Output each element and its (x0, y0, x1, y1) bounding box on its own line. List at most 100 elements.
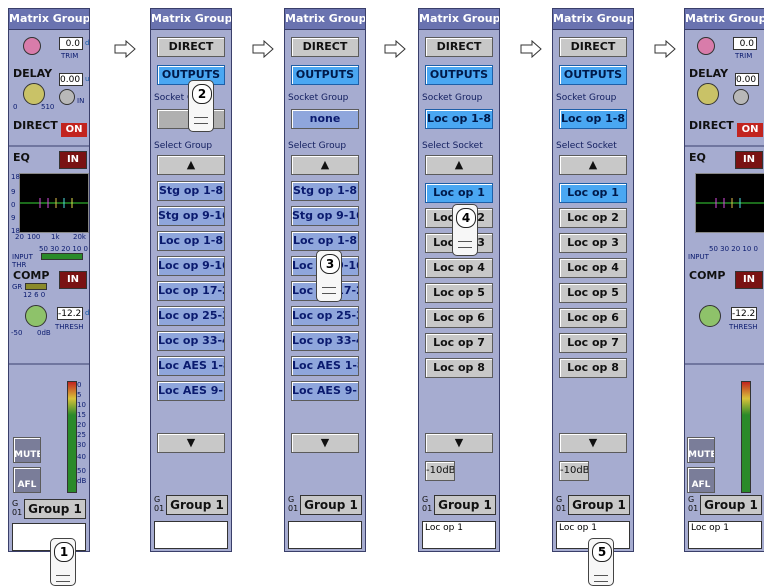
minus-10db-button[interactable]: -10dB (425, 461, 455, 481)
scroll-up-button[interactable]: ▲ (559, 155, 627, 175)
socket-group-value[interactable]: Loc op 1-8 (425, 109, 493, 129)
callout-2: 2 (188, 80, 214, 132)
label-box[interactable] (288, 521, 362, 549)
group-item[interactable]: Loc op 17-24 (157, 281, 225, 301)
group-name-box[interactable]: G 01 Group 1 (288, 495, 362, 515)
group-name-box[interactable]: G 01 Group 1 (422, 495, 496, 515)
socket-item[interactable]: Loc op 4 (425, 258, 493, 278)
trim-knob[interactable] (23, 37, 41, 55)
socket-item[interactable]: Loc op 6 (559, 308, 627, 328)
group-name-box[interactable]: G 01 Group 1 (154, 495, 228, 515)
meter-5: 5 (77, 391, 82, 399)
outputs-button[interactable]: OUTPUTS (559, 65, 627, 85)
in-toggle[interactable] (733, 89, 749, 105)
eq-graph[interactable] (695, 173, 764, 233)
socket-group-label: Socket Group (556, 93, 617, 103)
trim-value[interactable]: 0.0 (733, 37, 757, 50)
select-group-label: Select Group (154, 141, 213, 151)
direct-on-button[interactable]: ON (737, 123, 763, 137)
group-item[interactable]: Stg op 9-16 (291, 206, 359, 226)
afl-button[interactable]: AFL (687, 467, 715, 493)
group-item[interactable]: Loc op 1-8 (157, 231, 225, 251)
minus-10db-button[interactable]: -10dB (559, 461, 589, 481)
socket-group-value[interactable]: none (291, 109, 359, 129)
delay-value[interactable]: 0.00 (59, 73, 83, 86)
thresh-value[interactable]: -12.2 (731, 307, 757, 320)
group-item[interactable]: Loc op 9-16 (157, 256, 225, 276)
scroll-up-button[interactable]: ▲ (157, 155, 225, 175)
group-item[interactable]: Loc op 33-40 (291, 331, 359, 351)
strip-title: Matrix Group (419, 9, 499, 30)
socket-item[interactable]: Loc op 5 (425, 283, 493, 303)
outputs-button[interactable]: OUTPUTS (425, 65, 493, 85)
socket-item[interactable]: Loc op 2 (559, 208, 627, 228)
mute-button[interactable]: MUTE (687, 437, 715, 463)
group-item[interactable]: Stg op 1-8 (291, 181, 359, 201)
thresh-knob[interactable] (25, 305, 47, 327)
direct-on-button[interactable]: ON (61, 123, 87, 137)
group-item[interactable]: Loc op 1-8 (291, 231, 359, 251)
socket-item[interactable]: Loc op 1 (559, 183, 627, 203)
thresh-value[interactable]: -12.2 (57, 307, 83, 320)
socket-item[interactable]: Loc op 3 (559, 233, 627, 253)
arrow-right-icon (384, 40, 406, 58)
socket-item[interactable]: Loc op 1 (425, 183, 493, 203)
scroll-down-button[interactable]: ▼ (425, 433, 493, 453)
delay-value[interactable]: 0.00 (735, 73, 759, 86)
group-item[interactable]: Loc op 25-32 (157, 306, 225, 326)
socket-item[interactable]: Loc op 6 (425, 308, 493, 328)
group-name: Group 1 (700, 495, 762, 515)
outputs-button[interactable]: OUTPUTS (291, 65, 359, 85)
eq-in-button[interactable]: IN (735, 151, 763, 169)
afl-button[interactable]: AFL (13, 467, 41, 493)
comp-in-button[interactable]: IN (59, 271, 87, 289)
thresh-knob[interactable] (699, 305, 721, 327)
comp-in-button[interactable]: IN (735, 271, 763, 289)
select-group-label: Select Group (288, 141, 347, 151)
direct-button[interactable]: DIRECT (559, 37, 627, 57)
scroll-up-button[interactable]: ▲ (291, 155, 359, 175)
scroll-down-button[interactable]: ▼ (291, 433, 359, 453)
eq-label: EQ (689, 151, 706, 164)
group-name-box[interactable]: G 01 Group 1 (12, 499, 86, 519)
group-name-box[interactable]: G 01 Group 1 (688, 495, 762, 515)
scroll-down-button[interactable]: ▼ (157, 433, 225, 453)
socket-item[interactable]: Loc op 8 (559, 358, 627, 378)
delay-label: DELAY (689, 67, 729, 80)
socket-item[interactable]: Loc op 7 (559, 333, 627, 353)
trim-knob[interactable] (697, 37, 715, 55)
label-box[interactable]: Loc op 1 (688, 521, 762, 549)
socket-item[interactable]: Loc op 5 (559, 283, 627, 303)
socket-item[interactable]: Loc op 8 (425, 358, 493, 378)
socket-group-label: Socket Group (288, 93, 349, 103)
trim-value[interactable]: 0.0 (59, 37, 83, 50)
group-item[interactable]: Loc AES 9-16 (291, 381, 359, 401)
scroll-down-button[interactable]: ▼ (559, 433, 627, 453)
direct-button[interactable]: DIRECT (425, 37, 493, 57)
group-item[interactable]: Loc AES 1-8 (157, 356, 225, 376)
eq-graph[interactable] (19, 173, 89, 233)
group-item[interactable]: Loc AES 9-16 (157, 381, 225, 401)
direct-button[interactable]: DIRECT (157, 37, 225, 57)
socket-item[interactable]: Loc op 7 (425, 333, 493, 353)
socket-item[interactable]: Loc op 4 (559, 258, 627, 278)
socket-group-value[interactable]: Loc op 1-8 (559, 109, 627, 129)
group-item[interactable]: Loc op 25-32 (291, 306, 359, 326)
delay-knob[interactable] (23, 83, 45, 105)
direct-button[interactable]: DIRECT (291, 37, 359, 57)
label-box[interactable]: Loc op 1 (422, 521, 496, 549)
mute-button[interactable]: MUTE (13, 437, 41, 463)
scroll-up-button[interactable]: ▲ (425, 155, 493, 175)
delay-knob[interactable] (697, 83, 719, 105)
group-item[interactable]: Loc op 33-40 (157, 331, 225, 351)
group-item[interactable]: Stg op 1-8 (157, 181, 225, 201)
label-box[interactable] (154, 521, 228, 549)
direct-label: DIRECT (13, 119, 58, 132)
in-toggle[interactable] (59, 89, 75, 105)
callout-lines (194, 117, 208, 124)
mute-label: MUTE (14, 450, 41, 460)
eq-in-button[interactable]: IN (59, 151, 87, 169)
group-item[interactable]: Stg op 9-16 (157, 206, 225, 226)
group-name-box[interactable]: G 01 Group 1 (556, 495, 630, 515)
group-item[interactable]: Loc AES 1-8 (291, 356, 359, 376)
